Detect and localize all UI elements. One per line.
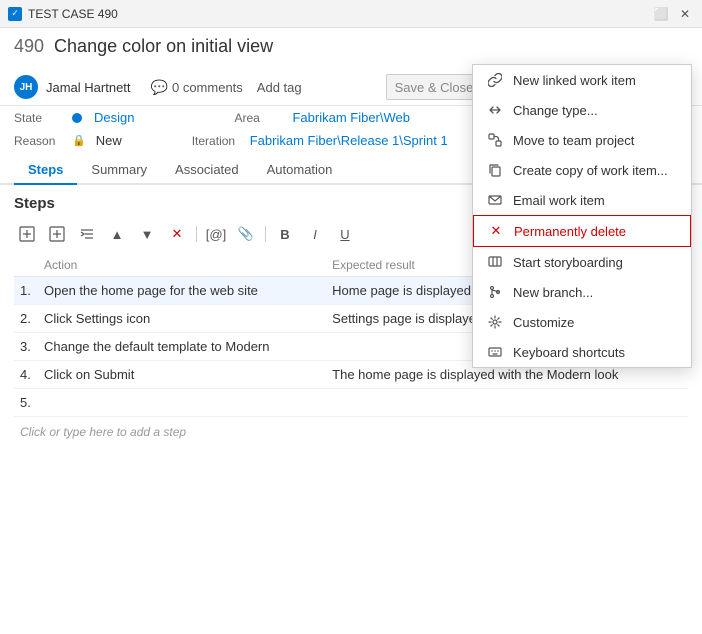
table-row: 5. [14,389,688,417]
step-delete-btn[interactable]: ✕ [164,222,190,246]
menu-item-new-linked-work-item[interactable]: New linked work item [473,65,691,95]
step-param-btn[interactable]: [@] [203,222,229,246]
menu-label: New linked work item [513,73,636,88]
customize-icon [487,314,503,330]
copy-icon [487,162,503,178]
step-underline-btn[interactable]: U [332,222,358,246]
step-num: 5. [14,389,38,417]
col-action: Action [38,256,326,277]
work-item-header: 490 Change color on initial view [0,28,702,69]
step-indent-btn[interactable] [74,222,100,246]
title-bar: TEST CASE 490 ⬜ ✕ [0,0,702,28]
step-num: 1. [14,277,38,305]
comments-count: 0 comments [172,80,243,95]
menu-item-create-copy[interactable]: Create copy of work item... [473,155,691,185]
step-action[interactable]: Change the default template to Modern [38,333,326,361]
add-tag-button[interactable]: Add tag [251,78,308,97]
comment-icon: 💬 [151,79,168,96]
menu-label: Permanently delete [514,224,626,239]
user-name: Jamal Hartnett [46,80,131,95]
app-icon [8,7,22,21]
iteration-label: Iteration [192,134,242,148]
window-title: TEST CASE 490 [28,7,118,21]
tab-associated[interactable]: Associated [161,156,253,185]
step-move-down-btn[interactable]: ▼ [134,222,160,246]
change-type-icon [487,102,503,118]
area-value[interactable]: Fabrikam Fiber\Web [292,110,410,125]
step-action[interactable] [38,389,326,417]
step-bold-btn[interactable]: B [272,222,298,246]
maximize-button[interactable]: ⬜ [652,5,670,23]
state-value[interactable]: Design [94,110,134,125]
comments-button[interactable]: 💬 0 comments [151,79,243,96]
move-icon [487,132,503,148]
save-close-label: Save & Close [387,75,482,99]
tab-summary[interactable]: Summary [77,156,161,185]
toolbar-separator-2 [265,226,266,242]
area-label: Area [234,111,284,125]
step-move-up-btn[interactable]: ▲ [104,222,130,246]
menu-label: Keyboard shortcuts [513,345,625,360]
menu-label: Customize [513,315,574,330]
work-item-id: 490 [14,36,44,57]
step-num: 4. [14,361,38,389]
step-action[interactable]: Click Settings icon [38,305,326,333]
link-icon [487,72,503,88]
state-dot [72,113,82,123]
keyboard-icon [487,344,503,360]
step-insert-above-btn[interactable] [14,222,40,246]
toolbar-separator [196,226,197,242]
menu-item-start-storyboarding[interactable]: Start storyboarding [473,247,691,277]
step-result[interactable] [326,389,688,417]
state-label: State [14,111,64,125]
reason-value: New [96,133,122,148]
menu-item-email-work-item[interactable]: Email work item [473,185,691,215]
menu-label: New branch... [513,285,593,300]
avatar: JH [14,75,38,99]
menu-item-customize[interactable]: Customize [473,307,691,337]
menu-label: Start storyboarding [513,255,623,270]
branch-icon [487,284,503,300]
close-button[interactable]: ✕ [676,5,694,23]
storyboard-icon [487,254,503,270]
tab-steps[interactable]: Steps [14,156,77,185]
menu-item-new-branch[interactable]: New branch... [473,277,691,307]
menu-label: Email work item [513,193,605,208]
email-icon [487,192,503,208]
iteration-value[interactable]: Fabrikam Fiber\Release 1\Sprint 1 [250,133,448,148]
menu-label: Move to team project [513,133,634,148]
step-attachment-btn[interactable]: 📎 [233,222,259,246]
reason-label: Reason [14,134,64,148]
tab-automation[interactable]: Automation [253,156,347,185]
step-action[interactable]: Open the home page for the web site [38,277,326,305]
menu-label: Change type... [513,103,598,118]
menu-item-permanently-delete[interactable]: ✕ Permanently delete [473,215,691,247]
add-step-text[interactable]: Click or type here to add a step [14,417,688,447]
col-num [14,256,38,277]
menu-item-change-type[interactable]: Change type... [473,95,691,125]
menu-label: Create copy of work item... [513,163,668,178]
menu-item-keyboard-shortcuts[interactable]: Keyboard shortcuts [473,337,691,367]
step-insert-below-btn[interactable] [44,222,70,246]
menu-item-move-to-team[interactable]: Move to team project [473,125,691,155]
step-num: 2. [14,305,38,333]
work-item-title: Change color on initial view [54,36,273,57]
context-menu: New linked work item Change type... Move… [472,64,692,368]
lock-icon: 🔒 [72,134,86,147]
step-italic-btn[interactable]: I [302,222,328,246]
delete-icon: ✕ [488,223,504,239]
step-action[interactable]: Click on Submit [38,361,326,389]
step-num: 3. [14,333,38,361]
